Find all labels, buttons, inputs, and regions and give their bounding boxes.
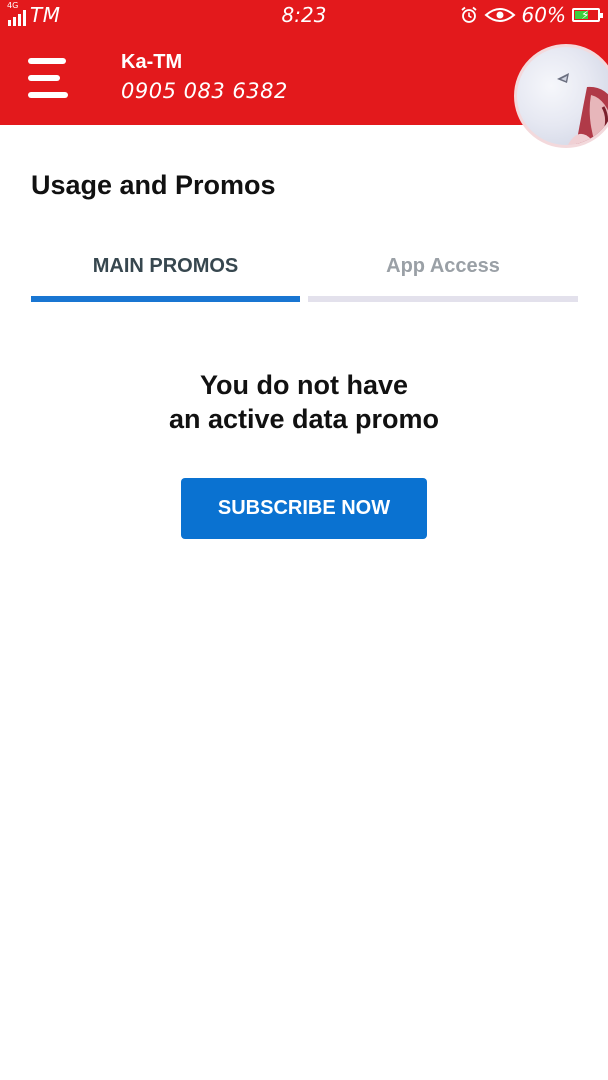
subscribe-now-button[interactable]: SUBSCRIBE NOW <box>181 478 427 539</box>
status-right: 60% ⚡ <box>460 3 603 27</box>
tab-app-access-indicator <box>308 296 578 302</box>
profile-avatar[interactable] <box>514 44 608 148</box>
alarm-icon <box>460 6 478 24</box>
tab-main-promos-indicator <box>31 296 300 302</box>
hamburger-menu-icon[interactable] <box>22 52 74 104</box>
battery-percent: 60% <box>521 3 566 27</box>
phone-number: 0905 083 6382 <box>121 79 288 103</box>
page-title: Usage and Promos <box>31 170 276 200</box>
status-bar: 4G TM 8:23 60% ⚡ <box>0 0 608 32</box>
empty-state-line-2: an active data promo <box>168 404 440 434</box>
eye-icon <box>484 6 516 24</box>
empty-state-line-1: You do not have <box>200 370 408 400</box>
empty-state-message: You do not have an active data promo <box>0 368 608 436</box>
account-name: Ka-TM <box>121 51 183 73</box>
battery-icon: ⚡ <box>572 8 603 22</box>
